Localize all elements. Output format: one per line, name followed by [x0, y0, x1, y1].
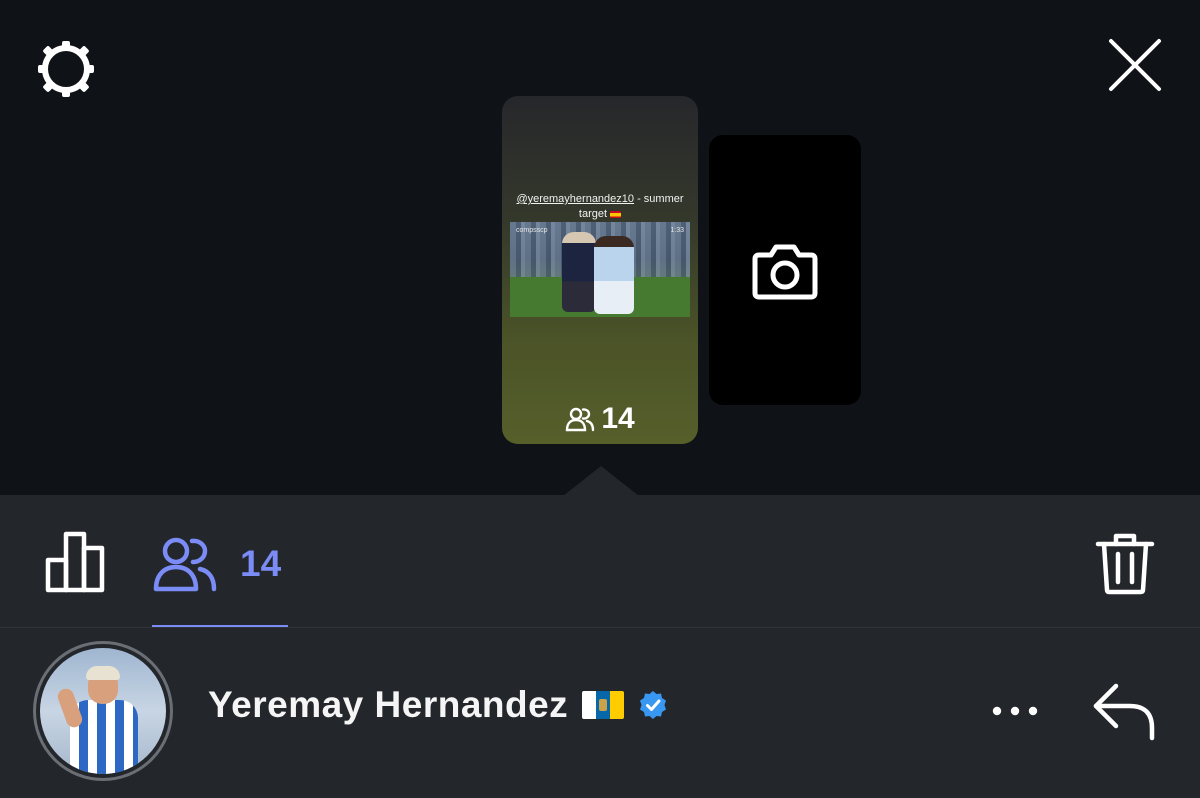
reply-button[interactable]	[1090, 680, 1158, 742]
avatar-image	[40, 648, 166, 774]
viewers-icon	[153, 537, 217, 592]
close-button[interactable]	[1100, 30, 1170, 100]
story-viewer-count-value: 14	[601, 402, 635, 435]
insights-button[interactable]	[44, 530, 110, 594]
more-icon	[992, 706, 1038, 716]
avatar[interactable]	[33, 641, 173, 781]
viewers-icon	[566, 407, 595, 432]
reply-icon	[1093, 683, 1155, 741]
verified-badge-icon	[640, 691, 667, 719]
delete-button[interactable]	[1094, 532, 1156, 596]
profile-name-row[interactable]: Yeremay Hernandez	[208, 684, 668, 726]
spain-flag-icon	[610, 210, 622, 218]
player-figure	[594, 236, 634, 314]
story-caption-mention: @yeremayhernandez10	[516, 193, 635, 205]
camera-icon	[752, 244, 818, 300]
insights-icon	[45, 531, 105, 593]
story-caption: @yeremayhernandez10 - summer target	[502, 192, 698, 222]
story-media-image: compsscp 1:33	[510, 222, 690, 317]
media-watermark: compsscp	[516, 227, 548, 234]
profile-name: Yeremay Hernandez	[208, 684, 569, 725]
story-viewer-count: 14	[502, 402, 698, 436]
story-thumbnail[interactable]: @yeremayhernandez10 - summer target comp…	[502, 96, 698, 444]
settings-button[interactable]	[30, 33, 102, 105]
more-button[interactable]	[990, 694, 1040, 728]
media-time: 1:33	[670, 227, 684, 234]
viewers-count: 14	[240, 543, 282, 584]
player-figure	[562, 232, 596, 312]
selection-pointer	[563, 466, 639, 496]
tab-viewers[interactable]: 14	[152, 528, 288, 600]
add-story-card[interactable]	[709, 135, 861, 405]
gear-icon	[38, 41, 94, 97]
canary-islands-flag-icon	[582, 691, 625, 719]
close-icon	[1109, 39, 1161, 91]
trash-icon	[1095, 533, 1155, 595]
